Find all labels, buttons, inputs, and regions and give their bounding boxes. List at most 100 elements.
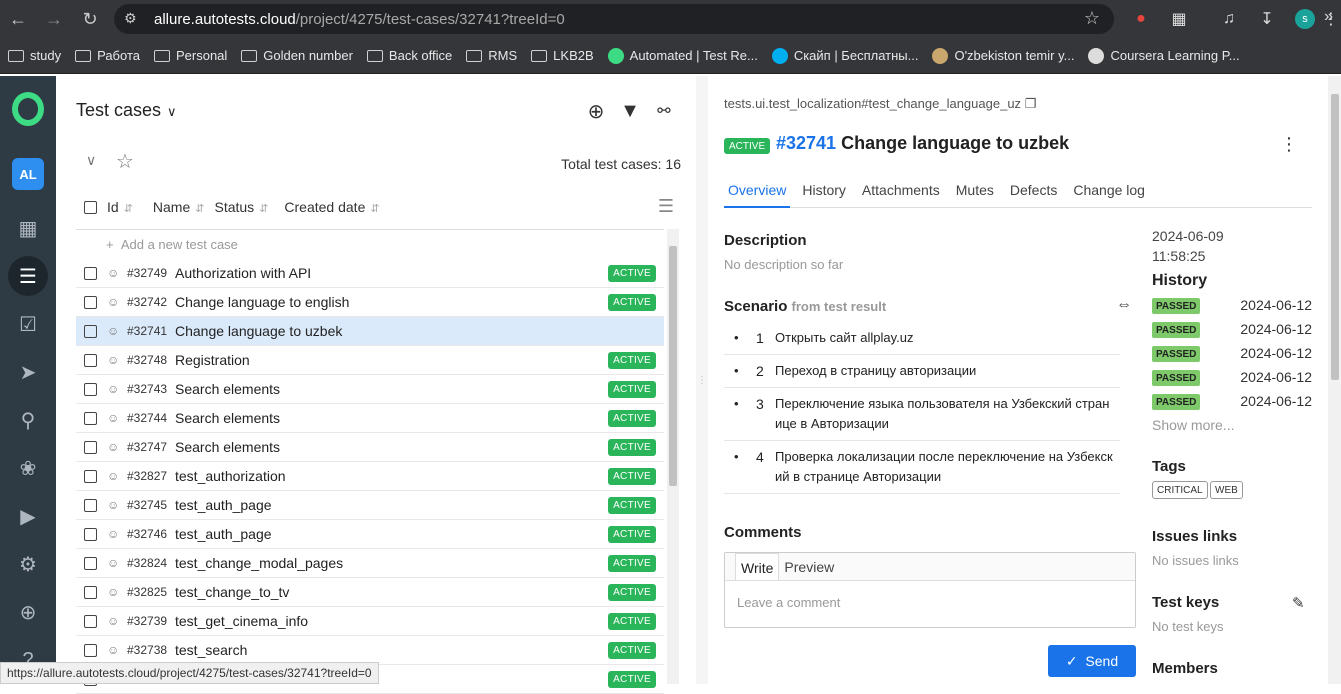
collapse-chevron-icon[interactable]: ∨ bbox=[86, 152, 96, 169]
tab-mutes[interactable]: Mutes bbox=[952, 180, 998, 208]
jobs-icon[interactable]: ▶ bbox=[12, 500, 44, 532]
dashboard-icon[interactable]: ▦ bbox=[12, 212, 44, 244]
table-row[interactable]: ☺ #32747 Search elements ACTIVE bbox=[76, 433, 664, 462]
launches-icon[interactable]: ➤ bbox=[12, 356, 44, 388]
scenario-sync-icon[interactable]: ⇔ bbox=[1116, 296, 1132, 314]
column-status[interactable]: Status ⇵ bbox=[214, 199, 268, 215]
table-row[interactable]: ☺ #32742 Change language to english ACTIVE bbox=[76, 288, 664, 317]
column-created[interactable]: Created date ⇵ bbox=[284, 199, 379, 215]
history-item[interactable]: PASSED 2024-06-12 bbox=[1152, 392, 1312, 412]
row-checkbox[interactable] bbox=[84, 585, 97, 599]
tab-overview[interactable]: Overview bbox=[724, 180, 791, 208]
table-row[interactable]: ☺ #32748 Registration ACTIVE bbox=[76, 346, 664, 375]
tab-defects[interactable]: Defects bbox=[1006, 180, 1061, 208]
show-more-link[interactable]: Show more... bbox=[1152, 417, 1234, 433]
table-row[interactable]: ☺ #32824 test_change_modal_pages ACTIVE bbox=[76, 549, 664, 578]
history-item[interactable]: PASSED 2024-06-12 bbox=[1152, 344, 1312, 364]
scenario-step[interactable]: • 4 Проверка локализации после переключени… bbox=[724, 441, 1120, 494]
column-name[interactable]: Name ⇵ bbox=[153, 199, 205, 215]
row-checkbox[interactable] bbox=[84, 353, 97, 367]
bookmark-star-icon[interactable]: ☆ bbox=[1084, 8, 1100, 29]
forward-icon[interactable]: → bbox=[36, 0, 72, 38]
add-icon[interactable]: ⊕ bbox=[12, 596, 44, 628]
copy-icon[interactable]: ❐ bbox=[1025, 96, 1037, 111]
download-icon[interactable]: ↧ bbox=[1252, 0, 1282, 38]
settings-icon[interactable]: ⚙ bbox=[12, 548, 44, 580]
tab-attachments[interactable]: Attachments bbox=[858, 180, 944, 208]
add-circle-icon[interactable]: ⊕ bbox=[583, 98, 609, 124]
table-row[interactable]: ☺ #32827 test_authorization ACTIVE bbox=[76, 462, 664, 491]
history-item[interactable]: PASSED 2024-06-12 bbox=[1152, 368, 1312, 388]
bookmark-item[interactable]: study bbox=[8, 48, 61, 63]
test-cases-icon[interactable]: ☰ bbox=[12, 260, 44, 292]
row-checkbox[interactable] bbox=[84, 295, 97, 309]
scenario-step[interactable]: • 2 Переход в страницу авторизации bbox=[724, 355, 1120, 388]
table-row[interactable]: ☺ #32738 test_search ACTIVE bbox=[76, 636, 664, 665]
extension-icon[interactable]: ● bbox=[1126, 0, 1156, 38]
allure-logo-icon[interactable] bbox=[12, 92, 44, 126]
tag-critical[interactable]: CRITICAL bbox=[1152, 481, 1208, 499]
defects-icon[interactable]: ❀ bbox=[12, 452, 44, 484]
more-actions-icon[interactable]: ⋮ bbox=[1280, 134, 1298, 155]
scenario-step[interactable]: • 1 Открыть сайт allplay.uz bbox=[724, 322, 1120, 355]
preview-tab[interactable]: Preview bbox=[779, 553, 839, 580]
send-button[interactable]: ✓ Send bbox=[1048, 645, 1136, 677]
row-checkbox[interactable] bbox=[84, 382, 97, 396]
bookmark-item[interactable]: Golden number bbox=[241, 48, 353, 63]
tab-change-log[interactable]: Change log bbox=[1069, 180, 1149, 208]
analytics-icon[interactable]: ⚲ bbox=[12, 404, 44, 436]
history-item[interactable]: PASSED 2024-06-12 bbox=[1152, 320, 1312, 340]
column-id[interactable]: Id ⇵ bbox=[107, 199, 133, 215]
bookmark-item[interactable]: Работа bbox=[75, 48, 140, 63]
table-row[interactable]: ☺ #32825 test_change_to_tv ACTIVE bbox=[76, 578, 664, 607]
row-checkbox[interactable] bbox=[84, 324, 97, 338]
filter-icon[interactable]: ▼ bbox=[617, 98, 643, 124]
back-icon[interactable]: ← bbox=[0, 0, 36, 38]
page-scrollbar-thumb[interactable] bbox=[1331, 94, 1339, 380]
row-checkbox[interactable] bbox=[84, 527, 97, 541]
extensions-puzzle-icon[interactable]: ▦ bbox=[1164, 0, 1194, 38]
media-icon[interactable]: ♫ bbox=[1214, 0, 1244, 38]
row-checkbox[interactable] bbox=[84, 266, 97, 280]
row-checkbox[interactable] bbox=[84, 556, 97, 570]
bookmark-item[interactable]: Automated | Test Re... bbox=[607, 47, 758, 64]
tag-web[interactable]: WEB bbox=[1210, 481, 1243, 499]
edit-pencil-icon[interactable]: ✎ bbox=[1292, 594, 1305, 612]
unlock-icon[interactable]: ⚯ bbox=[651, 98, 677, 124]
bookmark-item[interactable]: RMS bbox=[466, 48, 517, 63]
table-row[interactable]: ☺ #32739 test_get_cinema_info ACTIVE bbox=[76, 607, 664, 636]
column-settings-icon[interactable]: ☰ bbox=[658, 196, 674, 217]
row-checkbox[interactable] bbox=[84, 614, 97, 628]
scenario-step[interactable]: • 3 Переключение языка пользователя на Узб… bbox=[724, 388, 1120, 441]
bookmarks-overflow-icon[interactable]: » bbox=[1324, 8, 1333, 26]
row-checkbox[interactable] bbox=[84, 411, 97, 425]
history-item[interactable]: PASSED 2024-06-12 bbox=[1152, 296, 1312, 316]
row-checkbox[interactable] bbox=[84, 498, 97, 512]
table-row[interactable]: ☺ #32744 Search elements ACTIVE bbox=[76, 404, 664, 433]
tab-history[interactable]: History bbox=[798, 180, 850, 208]
test-plans-icon[interactable]: ☑ bbox=[12, 308, 44, 340]
panel-resize-handle[interactable]: ⋮ bbox=[696, 76, 708, 684]
table-row[interactable]: ☺ #32743 Search elements ACTIVE bbox=[76, 375, 664, 404]
list-scrollbar-thumb[interactable] bbox=[669, 246, 677, 486]
bookmark-item[interactable]: Personal bbox=[153, 48, 227, 63]
bookmark-item[interactable]: O'zbekiston temir y... bbox=[932, 47, 1074, 64]
bookmark-item[interactable]: Back office bbox=[366, 48, 452, 63]
table-row[interactable]: ☺ #32745 test_auth_page ACTIVE bbox=[76, 491, 664, 520]
row-checkbox[interactable] bbox=[84, 643, 97, 657]
table-row[interactable]: ☺ #32741 Change language to uzbek bbox=[76, 317, 664, 346]
bookmark-item[interactable]: Скайп | Бесплатны... bbox=[771, 47, 918, 64]
test-cases-title[interactable]: Test cases ∨ bbox=[76, 100, 177, 121]
reload-icon[interactable]: ↻ bbox=[72, 0, 108, 38]
bookmark-item[interactable]: Coursera Learning P... bbox=[1088, 47, 1240, 64]
comment-input[interactable]: Leave a comment bbox=[737, 595, 1117, 610]
row-checkbox[interactable] bbox=[84, 469, 97, 483]
bookmark-item[interactable]: LKB2B bbox=[531, 48, 594, 63]
table-row[interactable]: ☺ #32746 test_auth_page ACTIVE bbox=[76, 520, 664, 549]
favorite-star-icon[interactable]: ☆ bbox=[116, 149, 134, 174]
row-checkbox[interactable] bbox=[84, 440, 97, 454]
address-bar[interactable]: ⚙ allure.autotests.cloud/project/4275/te… bbox=[114, 4, 1114, 34]
table-row[interactable]: ☺ #32749 Authorization with API ACTIVE bbox=[76, 259, 664, 288]
select-all-checkbox[interactable] bbox=[84, 200, 97, 214]
write-tab[interactable]: Write bbox=[735, 553, 780, 580]
